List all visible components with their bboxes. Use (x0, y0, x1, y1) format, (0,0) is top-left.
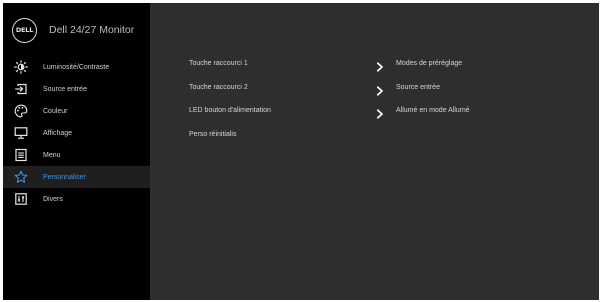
others-icon (3, 192, 39, 206)
personalize-settings: Touche raccourci 1 Modes de préréglage T… (189, 53, 589, 147)
setting-row-shortcut-key-1[interactable]: Touche raccourci 1 Modes de préréglage (189, 53, 589, 77)
sidebar-item-others[interactable]: Divers (3, 188, 150, 210)
sidebar-menu: Luminosité/Contraste Source entrée Coule… (3, 56, 150, 210)
menu-icon (3, 148, 39, 162)
sidebar-item-input-source[interactable]: Source entrée (3, 78, 150, 100)
monitor-osd: DELL Dell 24/27 Monitor Luminosité/Contr… (3, 3, 599, 300)
setting-label: Perso réinitialis (189, 130, 237, 138)
chevron-right-icon[interactable] (376, 83, 384, 101)
setting-row-reset-personalization[interactable]: Perso réinitialis (189, 124, 589, 148)
sidebar-item-display[interactable]: Affichage (3, 122, 150, 144)
setting-value: Source entrée (396, 83, 440, 91)
sidebar-item-label: Divers (43, 195, 63, 203)
header: DELL Dell 24/27 Monitor (12, 17, 134, 43)
setting-row-shortcut-key-2[interactable]: Touche raccourci 2 Source entrée (189, 77, 589, 101)
brightness-icon (3, 60, 39, 74)
monitor-title: Dell 24/27 Monitor (49, 24, 135, 36)
setting-label: Touche raccourci 1 (189, 60, 248, 67)
setting-value: Modes de préréglage (396, 60, 463, 67)
sidebar-item-brightness-contrast[interactable]: Luminosité/Contraste (3, 56, 150, 78)
star-icon (3, 170, 39, 184)
setting-value: Allumé en mode Allumé (396, 107, 470, 114)
setting-row-power-button-led[interactable]: LED bouton d'alimentation Allumé en mode… (189, 100, 589, 124)
sidebar-item-label: Menu (43, 151, 61, 159)
dell-logo: DELL (12, 17, 37, 43)
sidebar-item-personalize[interactable]: Personnaliser (3, 166, 150, 188)
sidebar-item-color[interactable]: Couleur (3, 100, 150, 122)
color-palette-icon (3, 104, 39, 118)
sidebar-item-label: Couleur (43, 107, 68, 115)
sidebar-item-label: Personnaliser (43, 173, 86, 181)
sidebar-item-label: Affichage (43, 129, 73, 137)
sidebar-item-label: Source entrée (43, 85, 87, 93)
display-icon (3, 126, 39, 140)
setting-label: Touche raccourci 2 (189, 83, 248, 91)
sidebar-item-menu[interactable]: Menu (3, 144, 150, 166)
sidebar: DELL Dell 24/27 Monitor Luminosité/Contr… (3, 3, 150, 300)
input-source-icon (3, 82, 39, 96)
sidebar-item-label: Luminosité/Contraste (43, 63, 110, 71)
setting-label: LED bouton d'alimentation (189, 107, 271, 114)
chevron-right-icon[interactable] (376, 59, 384, 77)
chevron-right-icon[interactable] (376, 106, 384, 124)
